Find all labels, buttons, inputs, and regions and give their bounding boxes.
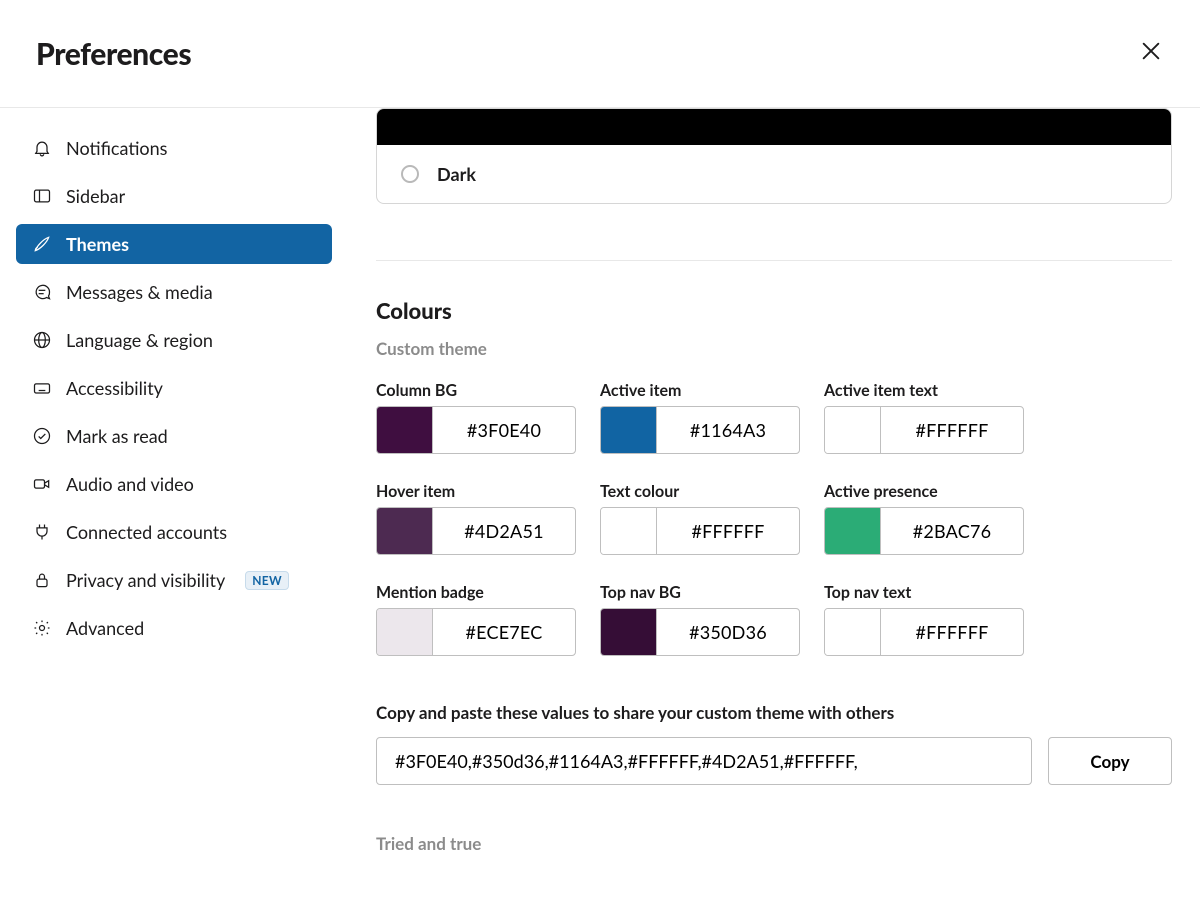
colour-hex-field[interactable]: [433, 407, 575, 453]
colours-heading: Colours: [376, 297, 1172, 324]
theme-mode-card: Dark: [376, 108, 1172, 204]
colour-hex-field[interactable]: [881, 407, 1023, 453]
colour-swatch[interactable]: [601, 407, 657, 453]
radio-icon: [401, 165, 419, 183]
colour-cell-active-presence: Active presence: [824, 482, 1024, 555]
sidebar-item-advanced[interactable]: Advanced: [16, 608, 332, 648]
new-badge: NEW: [245, 571, 289, 590]
colour-swatch[interactable]: [825, 609, 881, 655]
colour-input-mention-badge[interactable]: [376, 608, 576, 656]
colour-cell-top-nav-bg: Top nav BG: [600, 583, 800, 656]
sidebar-item-mark-as-read[interactable]: Mark as read: [16, 416, 332, 456]
colour-cell-active-item: Active item: [600, 381, 800, 454]
colour-input-active-presence[interactable]: [824, 507, 1024, 555]
colour-label: Top nav text: [824, 583, 1024, 602]
sidebar-item-messages-media[interactable]: Messages & media: [16, 272, 332, 312]
colour-swatch[interactable]: [377, 508, 433, 554]
colour-cell-mention-badge: Mention badge: [376, 583, 576, 656]
video-camera-icon: [32, 474, 52, 494]
sidebar-item-label: Notifications: [66, 137, 167, 159]
section-divider: [376, 260, 1172, 261]
colour-input-active-item[interactable]: [600, 406, 800, 454]
colour-hex-field[interactable]: [433, 508, 575, 554]
colour-label: Text colour: [600, 482, 800, 501]
colour-input-column-bg[interactable]: [376, 406, 576, 454]
sidebar-item-label: Language & region: [66, 329, 213, 351]
keyboard-icon: [32, 378, 52, 398]
share-theme-label: Copy and paste these values to share you…: [376, 702, 1172, 723]
colour-swatch[interactable]: [377, 609, 433, 655]
close-button[interactable]: [1134, 36, 1168, 70]
colour-swatch[interactable]: [601, 508, 657, 554]
colour-input-text-colour[interactable]: [600, 507, 800, 555]
sidebar-item-label: Sidebar: [66, 185, 125, 207]
colour-input-hover-item[interactable]: [376, 507, 576, 555]
colour-label: Mention badge: [376, 583, 576, 602]
sidebar-item-label: Connected accounts: [66, 521, 227, 543]
sidebar-layout-icon: [32, 186, 52, 206]
colour-hex-field[interactable]: [881, 609, 1023, 655]
colour-input-top-nav-bg[interactable]: [600, 608, 800, 656]
colour-label: Active item: [600, 381, 800, 400]
sidebar-item-themes[interactable]: Themes: [16, 224, 332, 264]
colour-label: Column BG: [376, 381, 576, 400]
colour-cell-top-nav-text: Top nav text: [824, 583, 1024, 656]
sidebar-item-label: Accessibility: [66, 377, 163, 399]
custom-theme-subheading: Custom theme: [376, 338, 1172, 359]
sidebar-item-audio-and-video[interactable]: Audio and video: [16, 464, 332, 504]
colour-swatch[interactable]: [825, 407, 881, 453]
colour-hex-field[interactable]: [657, 407, 799, 453]
preferences-sidebar: Notifications Sidebar Themes Messages & med…: [0, 108, 348, 923]
colour-label: Hover item: [376, 482, 576, 501]
colour-hex-field[interactable]: [881, 508, 1023, 554]
sidebar-item-label: Advanced: [66, 617, 144, 639]
lock-icon: [32, 570, 52, 590]
colour-input-active-item-text[interactable]: [824, 406, 1024, 454]
colour-cell-column-bg: Column BG: [376, 381, 576, 454]
tried-and-true-subheading: Tried and true: [376, 833, 1172, 854]
theme-mode-label: Dark: [437, 163, 476, 185]
colour-swatch[interactable]: [377, 407, 433, 453]
check-circle-icon: [32, 426, 52, 446]
sidebar-item-accessibility[interactable]: Accessibility: [16, 368, 332, 408]
copy-button[interactable]: Copy: [1048, 737, 1172, 785]
sidebar-item-label: Messages & media: [66, 281, 213, 303]
close-icon: [1140, 40, 1162, 66]
theme-preview-dark: [377, 109, 1171, 145]
sidebar-item-language-region[interactable]: Language & region: [16, 320, 332, 360]
colour-cell-hover-item: Hover item: [376, 482, 576, 555]
share-theme-input[interactable]: [376, 737, 1032, 785]
colour-hex-field[interactable]: [657, 609, 799, 655]
sidebar-item-label: Privacy and visibility: [66, 569, 225, 591]
plug-icon: [32, 522, 52, 542]
colour-label: Active item text: [824, 381, 1024, 400]
colour-swatch[interactable]: [825, 508, 881, 554]
sidebar-item-sidebar[interactable]: Sidebar: [16, 176, 332, 216]
theme-mode-dark-option[interactable]: Dark: [377, 145, 1171, 203]
preferences-header: Preferences: [0, 0, 1200, 108]
globe-icon: [32, 330, 52, 350]
colour-label: Active presence: [824, 482, 1024, 501]
colour-input-top-nav-text[interactable]: [824, 608, 1024, 656]
colour-cell-active-item-text: Active item text: [824, 381, 1024, 454]
brush-icon: [32, 234, 52, 254]
sidebar-item-privacy-and-visibility[interactable]: Privacy and visibility NEW: [16, 560, 332, 600]
colour-grid: Column BG Active item Active item text Hove…: [376, 381, 1172, 656]
colour-swatch[interactable]: [601, 609, 657, 655]
colour-hex-field[interactable]: [433, 609, 575, 655]
sidebar-item-connected-accounts[interactable]: Connected accounts: [16, 512, 332, 552]
sidebar-item-label: Audio and video: [66, 473, 194, 495]
colour-cell-text-colour: Text colour: [600, 482, 800, 555]
gear-icon: [32, 618, 52, 638]
colour-label: Top nav BG: [600, 583, 800, 602]
sidebar-item-label: Themes: [66, 233, 129, 255]
chat-icon: [32, 282, 52, 302]
page-title: Preferences: [36, 36, 191, 72]
preferences-main: Dark Colours Custom theme Column BG Activ…: [348, 108, 1200, 923]
sidebar-item-notifications[interactable]: Notifications: [16, 128, 332, 168]
colour-hex-field[interactable]: [657, 508, 799, 554]
sidebar-item-label: Mark as read: [66, 425, 168, 447]
bell-icon: [32, 138, 52, 158]
